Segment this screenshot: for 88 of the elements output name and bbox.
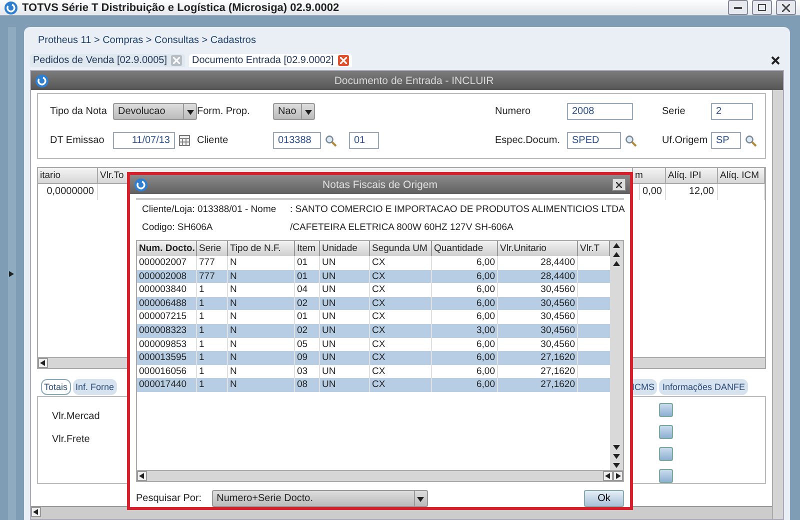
product-description: /CAFETEIRA ELETRICA 800W 60HZ 127V SH-606A (290, 222, 514, 234)
maximize-icon[interactable] (752, 0, 772, 15)
tab[interactable]: Pedidos de Venda [02.9.0005] (30, 54, 186, 66)
field-label: Form. Prop. (197, 106, 251, 117)
expand-icon[interactable] (8, 270, 15, 276)
scroll-top-icon[interactable] (613, 243, 620, 249)
client-label: Cliente/Loja: 013388/01 - Nome (142, 204, 278, 216)
field-label: Tipo da Nota (50, 106, 108, 117)
scroll-left-icon[interactable] (138, 473, 146, 479)
tab[interactable]: Totais (41, 379, 71, 395)
field-label: Serie (662, 106, 686, 117)
window-title: Documento de Entrada - INCLUIR (333, 74, 495, 86)
scroll-left-icon[interactable] (40, 360, 46, 366)
input-field[interactable]: 01 (349, 132, 379, 149)
field-label: Pesquisar Por: (136, 493, 202, 504)
breadcrumb: Protheus 11 > Compras > Consultas > Cadastros (37, 34, 257, 48)
page-up-icon[interactable] (613, 252, 620, 258)
table-cell: UN (320, 378, 370, 392)
product-code: Codigo: SH606A (142, 222, 214, 234)
field-label: Numero (495, 106, 532, 117)
horizontal-scrollbar[interactable] (137, 470, 623, 481)
vertical-scrollbar[interactable] (610, 241, 623, 470)
ok-button[interactable]: Ok (584, 490, 624, 507)
search-icon[interactable] (625, 134, 637, 146)
column-header[interactable]: Unidade (320, 241, 370, 256)
vertical-scrollbar[interactable] (772, 90, 783, 519)
column-header[interactable]: Item (295, 241, 320, 256)
column-header[interactable]: Vlr.T (578, 241, 610, 256)
input-field[interactable]: SPED (567, 132, 621, 149)
input-field[interactable]: SP (711, 132, 741, 149)
column-header[interactable]: Serie (197, 241, 228, 256)
table-cell: 1 (197, 378, 228, 392)
field-label: Espec.Docum. (495, 135, 562, 146)
search-icon[interactable] (325, 134, 337, 146)
column-header[interactable]: Segunda UM (370, 241, 432, 256)
date-field[interactable]: 11/07/13 (113, 132, 175, 149)
window-title: TOTVS Série T Distribuição e Logística (Microsiga) 02.9.0002 (22, 2, 340, 14)
table-cell: N (228, 378, 295, 392)
dialog-title: Notas Fiscais de Origem (322, 178, 438, 190)
page-down-icon[interactable] (613, 453, 620, 459)
input-field[interactable]: 2 (711, 103, 753, 120)
scroll-left-icon[interactable] (604, 473, 612, 479)
scroll-left-icon[interactable] (32, 509, 40, 515)
caret-icon[interactable] (186, 108, 194, 114)
search-icon[interactable] (745, 134, 757, 146)
client-name: : SANTO COMERCIO E IMPORTACAO DE PRODUTOS ALIMENTICIOS LTDA (290, 204, 625, 216)
input-field[interactable]: 2008 (567, 103, 633, 120)
app-logo-icon (35, 74, 49, 88)
scroll-up-icon[interactable] (613, 261, 620, 267)
column-header[interactable]: itario (38, 168, 98, 184)
table-cell: 6,00 (432, 378, 498, 392)
caret-icon[interactable] (304, 108, 312, 114)
close-icon[interactable] (612, 178, 626, 191)
dropdown[interactable]: Nao (273, 103, 315, 120)
table-cell: 0,0000000 (38, 184, 98, 200)
field-label: Uf.Origem (662, 135, 709, 146)
column-header[interactable]: Quantidade (432, 241, 498, 256)
app-logo-icon (4, 0, 18, 14)
column-header[interactable]: m (633, 168, 666, 184)
minimize-icon[interactable] (728, 0, 748, 15)
column-header[interactable]: Alíq. ICM (718, 168, 765, 184)
dropdown[interactable]: Devolucao (113, 103, 197, 120)
calendar-icon[interactable] (179, 135, 190, 146)
table-cell: 12,00 (666, 184, 718, 200)
caret-icon[interactable] (417, 496, 424, 502)
tab[interactable]: Documento Entrada [02.9.0002] (189, 54, 352, 66)
app-logo-icon (134, 178, 148, 192)
close-icon[interactable] (771, 56, 780, 64)
column-header[interactable]: Tipo de N.F. (228, 241, 295, 256)
field-label: Vlr.Frete (52, 434, 90, 445)
table-cell: 08 (295, 378, 320, 392)
field-label: Vlr.Mercad (52, 411, 100, 422)
dropdown[interactable]: Numero+Serie Docto. (212, 490, 428, 507)
table-cell: 27,1620 (498, 378, 578, 392)
scroll-bottom-icon[interactable] (613, 462, 620, 468)
table-cell: CX (370, 378, 432, 392)
input-field[interactable]: 013388 (273, 132, 321, 149)
column-header[interactable]: Alíq. IPI (666, 168, 718, 184)
field-label: Cliente (197, 135, 230, 146)
close-icon[interactable] (776, 0, 796, 15)
scroll-right-icon[interactable] (614, 473, 622, 479)
field-label: DT Emissao (50, 135, 106, 146)
tab[interactable]: Informações DANFE (659, 379, 748, 395)
column-header[interactable]: Vlr.Unitario (498, 241, 578, 256)
table-cell: 000017440 (137, 378, 197, 392)
tab[interactable]: Inf. Forne (72, 379, 118, 395)
column-header[interactable]: Num. Docto. (137, 241, 197, 256)
scroll-down-icon[interactable] (613, 444, 620, 450)
